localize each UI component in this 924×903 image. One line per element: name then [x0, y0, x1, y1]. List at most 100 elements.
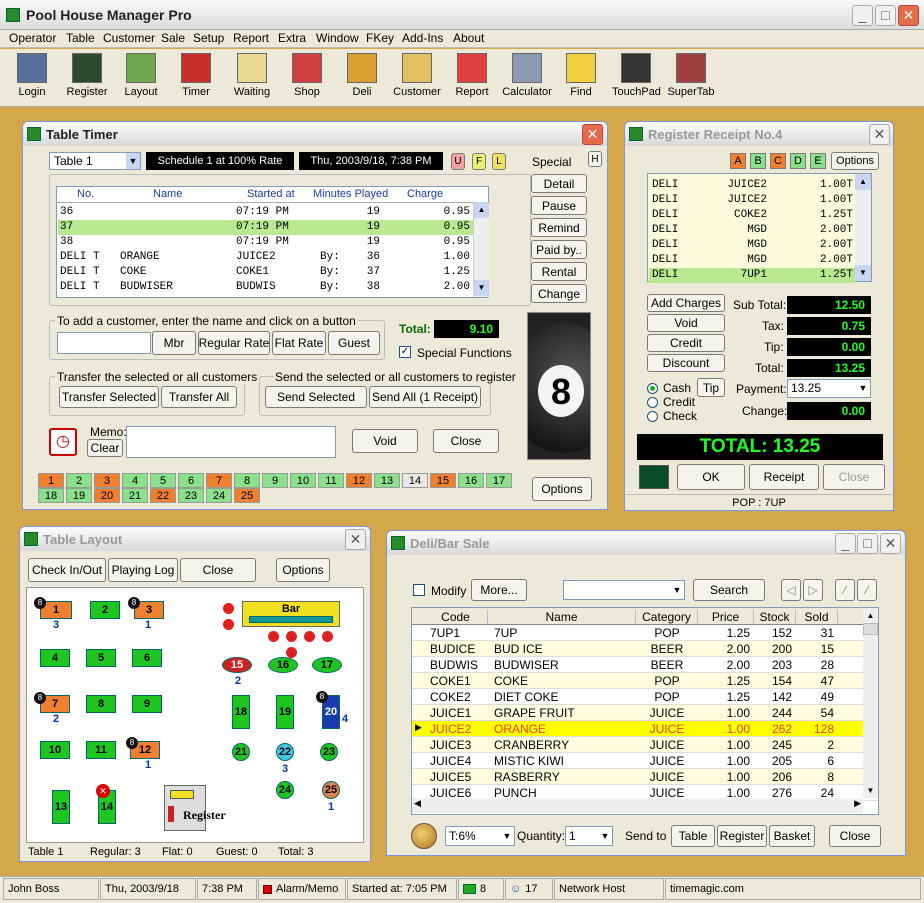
- deli-close-x[interactable]: ✕: [880, 533, 901, 554]
- detail-button[interactable]: Detail: [531, 174, 587, 193]
- guest-button[interactable]: Guest: [328, 331, 380, 355]
- layout-table-4[interactable]: 4: [40, 649, 70, 667]
- menu-addins[interactable]: Add-Ins: [402, 31, 443, 45]
- special-functions-checkbox[interactable]: ✓: [399, 346, 411, 358]
- menu-table[interactable]: Table: [66, 31, 95, 45]
- deli-col-header[interactable]: Stock: [754, 610, 796, 624]
- receipt-tab-e[interactable]: E: [810, 153, 826, 169]
- table-chip-24[interactable]: 24: [206, 488, 232, 503]
- more-button[interactable]: More...: [471, 579, 527, 601]
- alarm-clock-icon[interactable]: ◷: [49, 428, 77, 456]
- flat-rate-button[interactable]: Flat Rate: [272, 331, 326, 355]
- toolbar-deli-button[interactable]: Deli: [338, 51, 386, 103]
- menu-about[interactable]: About: [453, 31, 484, 45]
- send-selected-button[interactable]: Send Selected: [265, 386, 367, 408]
- layout-close-x[interactable]: ✕: [345, 529, 366, 550]
- toolbar-register-button[interactable]: Register: [62, 51, 112, 103]
- scroll-down-icon[interactable]: ▼: [863, 783, 878, 798]
- tax-select[interactable]: T:6% ▼: [445, 826, 515, 846]
- receipt-line[interactable]: DELI JUICE2 1.00T: [649, 178, 855, 193]
- deli-minimize[interactable]: _: [835, 533, 856, 554]
- toolbar-timer-button[interactable]: Timer: [172, 51, 220, 103]
- tip-button[interactable]: Tip: [697, 378, 725, 397]
- deli-row[interactable]: JUICE5 RASBERRY JUICE 1.00 206 8: [412, 769, 878, 785]
- toolbar-touchpad-button[interactable]: TouchPad: [612, 51, 661, 103]
- table-chip-3[interactable]: 3: [94, 473, 120, 488]
- status-alarm[interactable]: Alarm/Memo: [258, 878, 346, 900]
- table-chip-2[interactable]: 2: [66, 473, 92, 488]
- timer-options-button[interactable]: Options: [532, 477, 592, 501]
- customer-name-input[interactable]: [57, 332, 151, 354]
- modify-checkbox[interactable]: [413, 584, 425, 596]
- layout-table-11[interactable]: 11: [86, 741, 116, 759]
- layout-table-8[interactable]: 8: [86, 695, 116, 713]
- deli-maximize[interactable]: □: [857, 533, 878, 554]
- receipt-tab-b[interactable]: B: [750, 153, 766, 169]
- receipt-close-button[interactable]: Close: [823, 464, 885, 490]
- check-in-out-button[interactable]: Check In/Out: [28, 558, 106, 582]
- toolbar-login-button[interactable]: Login: [8, 51, 56, 103]
- change-button[interactable]: Change: [531, 284, 587, 303]
- menu-customer[interactable]: Customer: [103, 31, 155, 45]
- layout-table-6[interactable]: 6: [132, 649, 162, 667]
- playing-log-button[interactable]: Playing Log: [108, 558, 178, 582]
- menu-setup[interactable]: Setup: [193, 31, 224, 45]
- toolbar-shop-button[interactable]: Shop: [283, 51, 331, 103]
- deli-col-header[interactable]: Sold: [796, 610, 838, 624]
- deli-col-header[interactable]: Code: [424, 610, 488, 624]
- table-chip-8[interactable]: 8: [234, 473, 260, 488]
- receipt-line[interactable]: DELI MGD 2.00T: [649, 238, 855, 253]
- scroll-down-icon[interactable]: ▼: [474, 280, 489, 296]
- timer-close-button[interactable]: Close: [433, 429, 499, 453]
- receipt-line[interactable]: DELI JUICE2 1.00T: [649, 193, 855, 208]
- table-chip-12[interactable]: 12: [346, 473, 372, 488]
- table-chip-10[interactable]: 10: [290, 473, 316, 488]
- toolbar-layout-button[interactable]: Layout: [117, 51, 165, 103]
- table-chip-17[interactable]: 17: [486, 473, 512, 488]
- timer-close-x[interactable]: ✕: [582, 124, 603, 145]
- layout-table-13[interactable]: 13: [52, 790, 70, 824]
- layout-table-21[interactable]: 21: [232, 743, 250, 761]
- h-button[interactable]: H: [588, 151, 602, 167]
- send-to-register-button[interactable]: Register: [717, 825, 767, 847]
- transfer-all-button[interactable]: Transfer All: [161, 386, 237, 408]
- table-chip-18[interactable]: 18: [38, 488, 64, 503]
- void-button[interactable]: Void: [647, 314, 725, 332]
- flag-u-button[interactable]: U: [451, 153, 465, 170]
- layout-table-16[interactable]: 16: [268, 657, 298, 673]
- layout-table-24[interactable]: 24: [276, 781, 294, 799]
- table-row[interactable]: 36 07:19 PM 19 0.95: [58, 205, 473, 220]
- register-station[interactable]: Register: [164, 785, 226, 831]
- search-button[interactable]: Search: [693, 579, 765, 601]
- down-arrow-button[interactable]: ⁄: [857, 579, 877, 601]
- deli-col-header[interactable]: Category: [636, 610, 698, 624]
- mbr-button[interactable]: Mbr: [152, 331, 196, 355]
- receipt-options-button[interactable]: Options: [831, 152, 879, 170]
- menu-operator[interactable]: Operator: [9, 31, 56, 45]
- menu-extra[interactable]: Extra: [278, 31, 306, 45]
- remind-button[interactable]: Remind: [531, 218, 587, 237]
- deli-col-header[interactable]: Name: [488, 610, 636, 624]
- scroll-down-icon[interactable]: ▼: [855, 265, 871, 281]
- table-chip-9[interactable]: 9: [262, 473, 288, 488]
- toolbar-calculator-button[interactable]: Calculator: [502, 51, 552, 103]
- deli-row[interactable]: BUDICE BUD ICE BEER 2.00 200 15: [412, 641, 878, 657]
- quantity-select[interactable]: 1 ▼: [565, 826, 613, 846]
- receipt-print-button[interactable]: Receipt: [749, 464, 819, 490]
- cash-radio[interactable]: [647, 383, 658, 394]
- deli-row[interactable]: COKE2 DIET COKE POP 1.25 142 49: [412, 689, 878, 705]
- receipt-close-x[interactable]: ✕: [869, 124, 890, 145]
- receipt-scrollbar[interactable]: ▲ ▼: [855, 174, 871, 281]
- toolbar-supertab-button[interactable]: SuperTab: [665, 51, 717, 103]
- up-arrow-button[interactable]: ⁄: [835, 579, 855, 601]
- scroll-left-icon[interactable]: ◀: [414, 798, 421, 809]
- layout-table-22[interactable]: 22: [276, 743, 294, 761]
- toolbar-report-button[interactable]: Report: [448, 51, 496, 103]
- receipt-tab-a[interactable]: A: [730, 153, 746, 169]
- next-arrow-button[interactable]: ▷: [803, 579, 823, 601]
- paid-by-button[interactable]: Paid by..: [531, 240, 587, 259]
- minimize-button[interactable]: _: [852, 5, 873, 26]
- layout-table-2[interactable]: 2: [90, 601, 120, 619]
- scroll-up-icon[interactable]: ▲: [474, 202, 489, 218]
- scroll-right-icon[interactable]: ▶: [854, 798, 861, 809]
